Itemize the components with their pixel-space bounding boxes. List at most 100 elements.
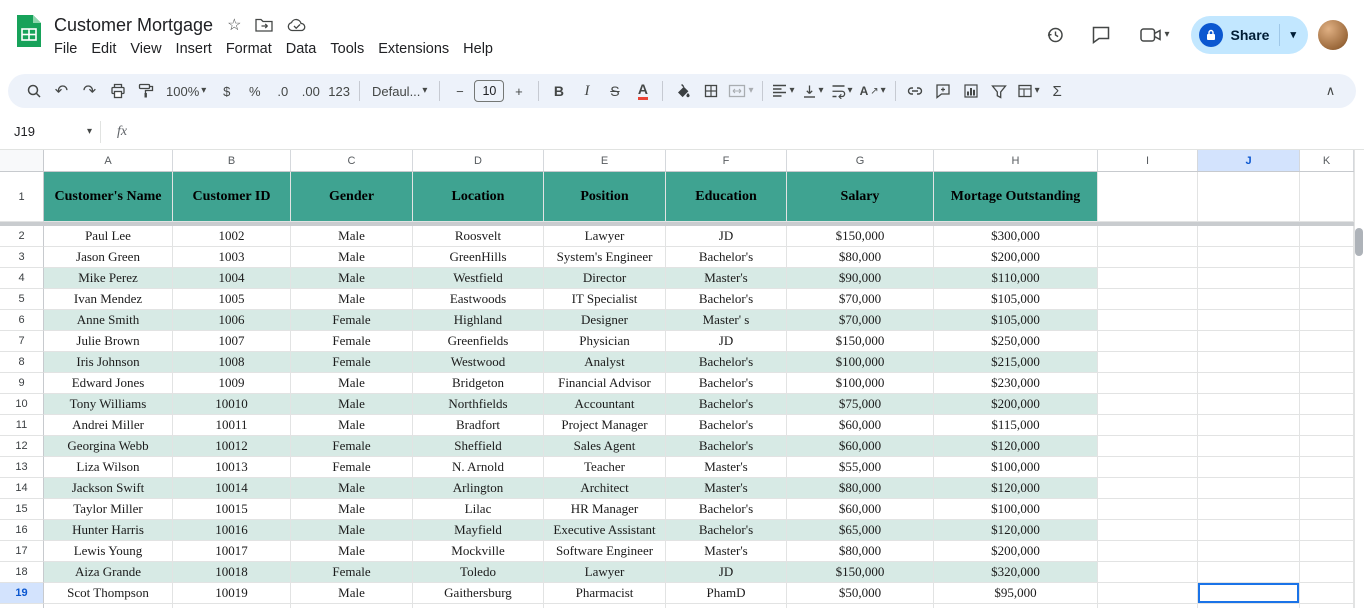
cell[interactable]: PhamD — [666, 583, 787, 604]
cell[interactable]: 1002 — [173, 226, 291, 247]
cell[interactable]: 10013 — [173, 457, 291, 478]
cell[interactable] — [1198, 499, 1300, 520]
cell[interactable]: Bachelor's — [666, 520, 787, 541]
decrease-font-size-button[interactable]: − — [446, 78, 473, 104]
cell[interactable]: $100,000 — [934, 457, 1098, 478]
row-header-8[interactable]: 8 — [0, 352, 44, 373]
borders-icon[interactable] — [697, 78, 724, 104]
cell[interactable]: $120,000 — [934, 478, 1098, 499]
cell[interactable] — [1098, 268, 1198, 289]
cell[interactable]: HR Manager — [544, 499, 666, 520]
cell[interactable] — [1098, 394, 1198, 415]
italic-button[interactable]: I — [573, 78, 600, 104]
vertical-align-icon[interactable]: ▾ — [799, 78, 827, 104]
cell[interactable]: Roosvelt — [413, 226, 544, 247]
cell[interactable]: $70,000 — [787, 289, 934, 310]
cell[interactable]: $100,000 — [787, 352, 934, 373]
row-header-4[interactable]: 4 — [0, 268, 44, 289]
cell[interactable] — [1300, 352, 1354, 373]
row-header-19[interactable]: 19 — [0, 583, 44, 604]
row-header-10[interactable]: 10 — [0, 394, 44, 415]
column-header-H[interactable]: H — [934, 150, 1098, 171]
cell[interactable]: $90,000 — [787, 268, 934, 289]
header-cell[interactable]: Education — [666, 172, 787, 222]
cell[interactable]: Bachelor's — [666, 415, 787, 436]
cell[interactable] — [1098, 562, 1198, 583]
cell[interactable] — [1300, 562, 1354, 583]
share-button[interactable]: Share ▾ — [1190, 16, 1308, 54]
cell[interactable]: Male — [291, 247, 413, 268]
cell[interactable]: Male — [291, 373, 413, 394]
column-header-D[interactable]: D — [413, 150, 544, 171]
cell[interactable]: Mockville — [413, 541, 544, 562]
row-header-18[interactable]: 18 — [0, 562, 44, 583]
cell[interactable]: Paul Lee — [44, 226, 173, 247]
row-header-16[interactable]: 16 — [0, 520, 44, 541]
cell[interactable]: Lawyer — [544, 226, 666, 247]
cell[interactable]: Bachelor's — [666, 352, 787, 373]
cell[interactable] — [1198, 247, 1300, 268]
cell[interactable] — [1098, 541, 1198, 562]
column-header-A[interactable]: A — [44, 150, 173, 171]
cell[interactable] — [1198, 373, 1300, 394]
cell[interactable]: Andrei Miller — [44, 415, 173, 436]
column-header-B[interactable]: B — [173, 150, 291, 171]
cell[interactable] — [1098, 226, 1198, 247]
cell[interactable] — [1098, 310, 1198, 331]
cell[interactable]: JD — [666, 562, 787, 583]
cell[interactable] — [1300, 541, 1354, 562]
cell[interactable]: Female — [291, 352, 413, 373]
cell[interactable]: $65,000 — [787, 520, 934, 541]
horizontal-align-icon[interactable]: ▾ — [769, 78, 797, 104]
cell[interactable]: Mayfield — [413, 520, 544, 541]
cell[interactable]: $120,000 — [934, 520, 1098, 541]
font-size-input[interactable]: 10 — [474, 80, 505, 102]
cell[interactable] — [1098, 436, 1198, 457]
cell[interactable]: Ivan Mendez — [44, 289, 173, 310]
document-title[interactable]: Customer Mortgage — [54, 15, 213, 36]
cell[interactable]: Female — [291, 562, 413, 583]
header-cell[interactable]: Customer's Name — [44, 172, 173, 222]
cell[interactable] — [1300, 268, 1354, 289]
cell[interactable]: Scot Thompson — [44, 583, 173, 604]
cell[interactable] — [666, 604, 787, 608]
vertical-scrollbar[interactable] — [1354, 150, 1364, 608]
cell[interactable]: $200,000 — [934, 541, 1098, 562]
cell[interactable] — [1098, 604, 1198, 608]
header-cell[interactable]: Location — [413, 172, 544, 222]
cell[interactable]: Bachelor's — [666, 499, 787, 520]
cell[interactable]: Male — [291, 478, 413, 499]
cell[interactable] — [1300, 478, 1354, 499]
cell[interactable]: $100,000 — [787, 373, 934, 394]
menu-view[interactable]: View — [123, 39, 168, 59]
cell[interactable] — [1198, 415, 1300, 436]
cell[interactable]: Edward Jones — [44, 373, 173, 394]
cell[interactable]: 10015 — [173, 499, 291, 520]
cell[interactable]: Male — [291, 268, 413, 289]
cell[interactable]: N. Arnold — [413, 457, 544, 478]
insert-comment-icon[interactable] — [930, 78, 957, 104]
cell[interactable]: Highland — [413, 310, 544, 331]
cloud-status-icon[interactable] — [287, 18, 307, 32]
hide-menus-icon[interactable]: ∧ — [1317, 78, 1344, 104]
insert-link-icon[interactable] — [902, 78, 929, 104]
functions-button[interactable]: Σ — [1044, 78, 1071, 104]
cell[interactable]: Teacher — [544, 457, 666, 478]
cell[interactable]: $150,000 — [787, 562, 934, 583]
search-menus-icon[interactable] — [20, 78, 47, 104]
cell[interactable]: $60,000 — [787, 499, 934, 520]
cell[interactable]: Designer — [544, 310, 666, 331]
cell[interactable]: Female — [291, 457, 413, 478]
cell[interactable] — [1300, 226, 1354, 247]
table-views-icon[interactable]: ▾ — [1014, 78, 1043, 104]
cell[interactable] — [1300, 436, 1354, 457]
row-header-2[interactable]: 2 — [0, 226, 44, 247]
user-avatar[interactable] — [1318, 20, 1348, 50]
column-header-K[interactable]: K — [1300, 150, 1354, 171]
column-header-E[interactable]: E — [544, 150, 666, 171]
menu-help[interactable]: Help — [456, 39, 500, 59]
header-cell[interactable]: Mortage Outstanding — [934, 172, 1098, 222]
cell[interactable]: Female — [291, 331, 413, 352]
cell[interactable] — [413, 604, 544, 608]
menu-insert[interactable]: Insert — [169, 39, 219, 59]
